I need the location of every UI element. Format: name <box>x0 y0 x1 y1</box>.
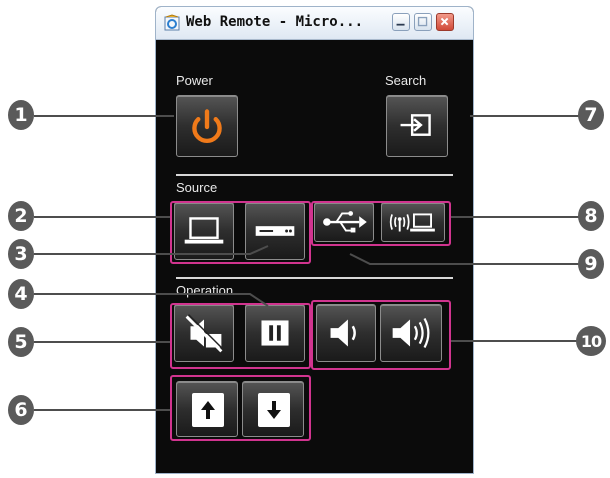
close-button[interactable] <box>436 13 454 31</box>
source-search-icon <box>400 114 431 136</box>
highlight-avmute-freeze <box>170 303 311 369</box>
search-label: Search <box>385 73 427 88</box>
callout-badge-6: 6 <box>8 395 34 425</box>
divider-source-operation <box>176 277 453 279</box>
highlight-source-usb-network <box>311 201 451 246</box>
callout-line-2 <box>34 216 170 218</box>
maximize-icon <box>417 16 428 27</box>
callout-badge-5: 5 <box>8 327 34 357</box>
power-label: Power <box>176 73 213 88</box>
callout-badge-2: 2 <box>8 201 34 231</box>
callout-badge-3: 3 <box>8 239 34 269</box>
minimize-button[interactable] <box>392 13 410 31</box>
divider-power-source <box>176 174 453 176</box>
callout-badge-7: 7 <box>578 100 604 130</box>
title-bar: Web Remote - Micro... <box>156 7 473 40</box>
maximize-button[interactable] <box>414 13 432 31</box>
search-button[interactable] <box>386 95 448 157</box>
operation-label: Operation <box>176 283 234 298</box>
callout-line-1 <box>34 115 174 117</box>
power-icon <box>192 109 222 143</box>
highlight-source-computer-video <box>170 201 311 264</box>
callout-badge-1: 1 <box>8 100 34 130</box>
callout-badge-8: 8 <box>578 201 604 231</box>
power-button[interactable] <box>176 95 238 157</box>
minimize-icon <box>396 23 405 26</box>
callout-badge-9: 9 <box>578 249 604 279</box>
highlight-volume <box>311 300 451 370</box>
source-label: Source <box>176 180 218 195</box>
app-icon <box>164 14 180 31</box>
window-title: Web Remote - Micro... <box>186 14 364 30</box>
callout-line-8 <box>451 216 588 218</box>
callout-badge-10: 10 <box>576 326 606 356</box>
callout-line-7 <box>470 115 588 117</box>
highlight-page-updown <box>170 375 311 441</box>
callout-badge-4: 4 <box>8 279 34 309</box>
close-icon <box>440 17 449 26</box>
